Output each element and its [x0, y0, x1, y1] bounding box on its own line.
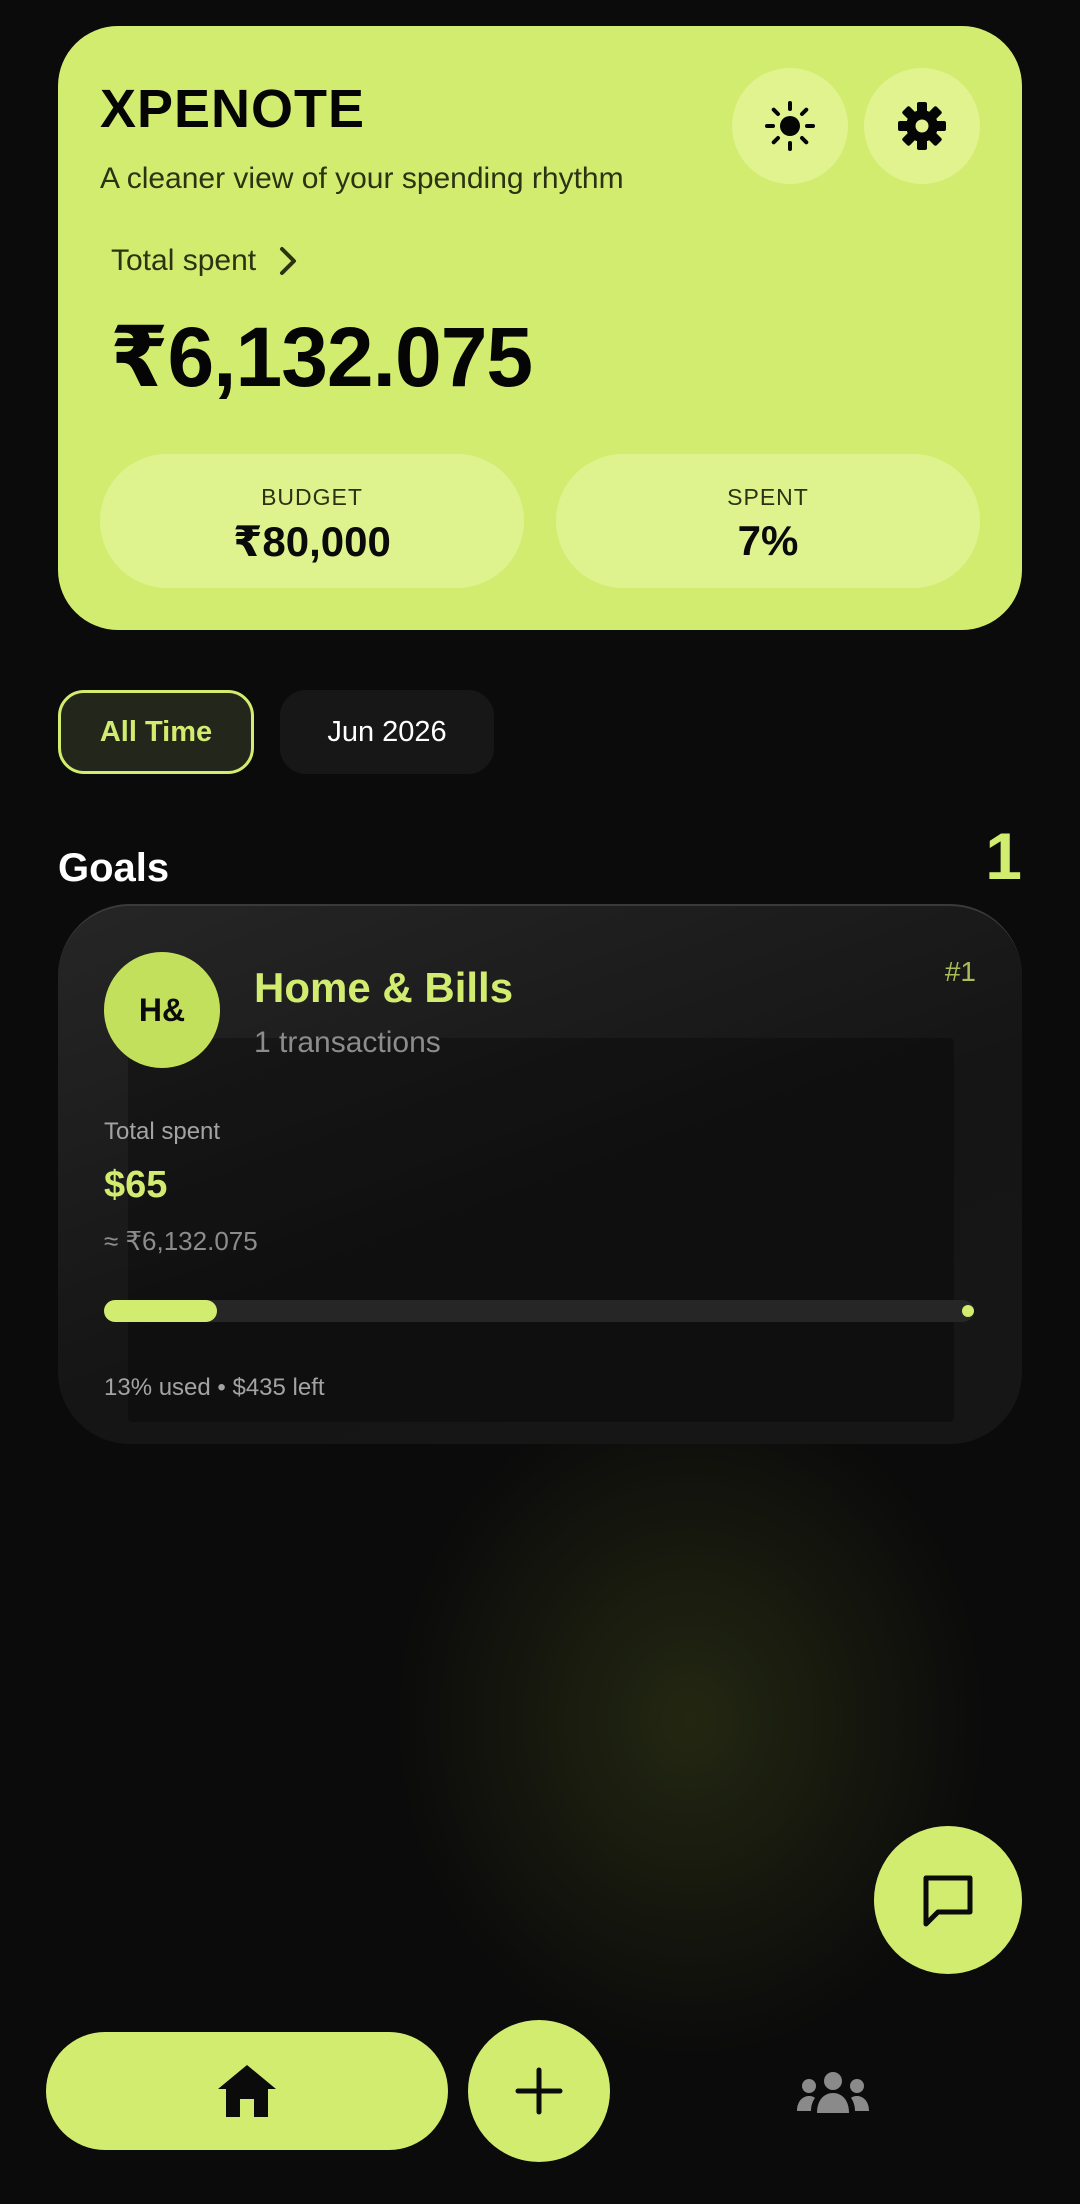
- app-title: XPENOTE: [100, 79, 366, 139]
- filter-chip-all-time[interactable]: All Time: [58, 690, 254, 774]
- gear-icon: [898, 102, 946, 150]
- goal-usage-summary: 13% used • $435 left: [104, 1374, 325, 1401]
- total-spent-amount: ₹6,132.075: [110, 310, 533, 404]
- budget-pill[interactable]: BUDGET ₹80,000: [100, 454, 524, 588]
- people-icon: [797, 2072, 869, 2113]
- settings-button[interactable]: [864, 68, 980, 184]
- chevron-right-icon: [280, 247, 297, 275]
- goal-rank: #1: [944, 956, 976, 987]
- goal-progress-end-dot: [962, 1305, 974, 1317]
- spent-label: SPENT: [727, 484, 809, 510]
- app-screen: XPENOTE A cleaner view of your spending …: [0, 0, 1080, 2204]
- summary-card: XPENOTE A cleaner view of your spending …: [58, 26, 1022, 630]
- total-spent-link[interactable]: Total spent: [111, 244, 298, 278]
- budget-value: ₹80,000: [233, 518, 391, 565]
- goal-progress-fill: [104, 1300, 218, 1322]
- chat-icon: [923, 1875, 973, 1927]
- budget-label: BUDGET: [261, 484, 363, 510]
- goal-avatar: H&: [104, 952, 220, 1068]
- theme-toggle-button[interactable]: [732, 68, 848, 184]
- goals-count: 1: [985, 819, 1022, 893]
- nav-home-button[interactable]: [46, 2032, 448, 2150]
- add-expense-button[interactable]: [468, 2020, 610, 2162]
- home-icon: [218, 2065, 276, 2117]
- spent-pill: SPENT 7%: [556, 454, 980, 588]
- plus-icon: [515, 2067, 563, 2115]
- goal-spent-label: Total spent: [104, 1118, 221, 1145]
- goal-converted-amount: ≈ ₹6,132.075: [104, 1226, 258, 1256]
- spent-percent: 7%: [737, 517, 799, 564]
- goal-progress-bar: [104, 1300, 974, 1322]
- app-subtitle: A cleaner view of your spending rhythm: [100, 162, 624, 195]
- goal-card[interactable]: H& Home & Bills 1 transactions #1 Total …: [58, 904, 1022, 1444]
- sun-icon: [765, 101, 815, 151]
- total-spent-label: Total spent: [111, 244, 257, 277]
- goal-name: Home & Bills: [254, 964, 514, 1011]
- chat-button[interactable]: [874, 1826, 1022, 1974]
- goals-title: Goals: [58, 846, 170, 890]
- nav-groups-button[interactable]: [780, 2050, 886, 2136]
- goal-transaction-count: 1 transactions: [254, 1026, 441, 1059]
- goal-spent-value: $65: [104, 1164, 168, 1206]
- filter-chip-month[interactable]: Jun 2026: [280, 690, 494, 774]
